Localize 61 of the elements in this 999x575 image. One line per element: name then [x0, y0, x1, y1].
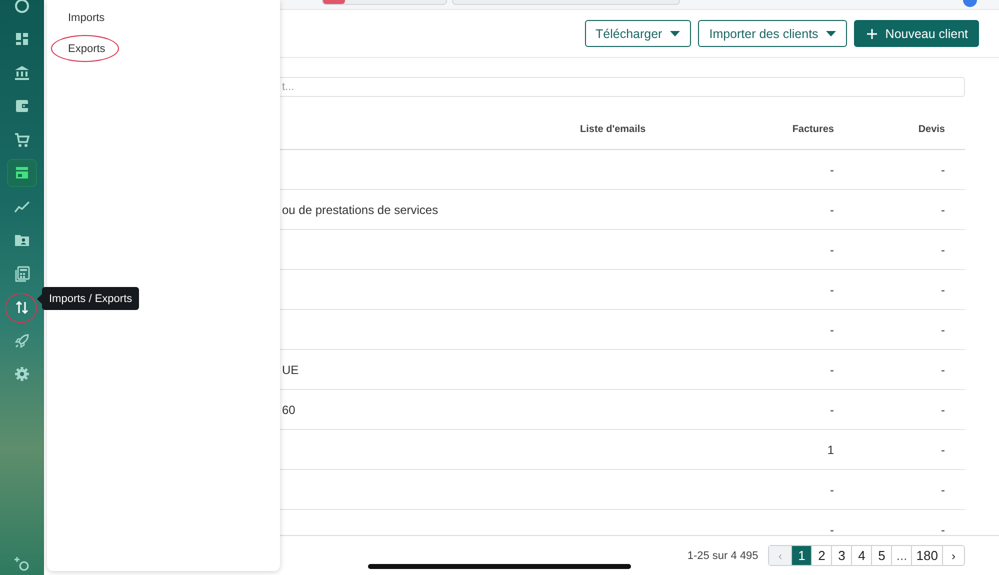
tooltip: Imports / Exports	[42, 287, 140, 310]
dropdown-button[interactable]: Télécharger	[584, 20, 692, 47]
column-header: Liste d'emails	[580, 124, 646, 135]
menu-item[interactable]: Imports	[68, 12, 105, 24]
logo-icon	[14, 0, 30, 14]
menu-item[interactable]: Exports	[68, 42, 106, 54]
caret-icon	[826, 30, 836, 36]
table-cell: -	[941, 162, 945, 176]
column-header: Factures	[792, 124, 834, 135]
storefront-button[interactable]	[8, 160, 36, 186]
search-field[interactable]: t...	[280, 77, 965, 97]
dropdown-button[interactable]: Importer des clients	[698, 20, 848, 47]
dashboard-icon	[14, 31, 30, 48]
cart-icon	[14, 132, 30, 148]
table-cell: -	[830, 282, 834, 296]
table-cell: -	[830, 202, 834, 216]
new-client-button[interactable]: Nouveau client	[854, 20, 979, 47]
page-button[interactable]: 5	[871, 546, 892, 565]
favicon-icon	[323, 0, 345, 4]
calculator-icon	[14, 266, 30, 282]
table-cell: -	[941, 362, 945, 376]
page-button[interactable]: 4	[851, 546, 872, 565]
table-cell: ou de prestations de services	[282, 202, 438, 216]
wallet-icon	[14, 98, 30, 114]
settings-icon	[14, 366, 30, 382]
line-chart-icon	[14, 198, 30, 215]
table-cell: -	[830, 402, 834, 416]
plus-icon	[867, 28, 878, 38]
storefront-icon	[14, 165, 30, 182]
page-button[interactable]: 180	[911, 546, 942, 565]
up-down-arrows-icon	[14, 299, 30, 316]
caret-icon	[670, 30, 680, 36]
page-button[interactable]: 3	[831, 546, 852, 565]
table-cell: -	[941, 322, 945, 336]
next-page-button[interactable]: ›	[942, 546, 964, 565]
table-cell: -	[941, 522, 945, 535]
sparkle-plus-icon	[14, 556, 30, 572]
column-header: Devis	[918, 124, 945, 135]
table-cell: -	[830, 322, 834, 336]
table-cell: -	[830, 162, 834, 176]
browser-tab[interactable]	[322, 0, 447, 5]
table-cell: -	[941, 202, 945, 216]
ellipsis-button[interactable]: ...	[891, 546, 912, 565]
table-cell: -	[941, 482, 945, 496]
table-cell: UE	[282, 362, 299, 376]
rocket-icon	[14, 332, 30, 349]
table-cell: -	[830, 362, 834, 376]
folder-person-icon	[14, 232, 30, 248]
table-cell: 1	[827, 442, 834, 456]
table-cell: -	[941, 402, 945, 416]
table-cell: -	[830, 482, 834, 496]
page-button[interactable]: 2	[811, 546, 832, 565]
bank-icon	[14, 64, 30, 81]
table-cell: -	[941, 442, 945, 456]
table-cell: -	[941, 242, 945, 256]
table-cell: -	[830, 242, 834, 256]
table-cell: 60	[282, 402, 296, 416]
table-cell: -	[830, 522, 834, 535]
page-button[interactable]: 1	[791, 546, 812, 565]
pagination-summary: 1-25 sur 4 495	[687, 550, 758, 562]
table-cell: -	[941, 282, 945, 296]
